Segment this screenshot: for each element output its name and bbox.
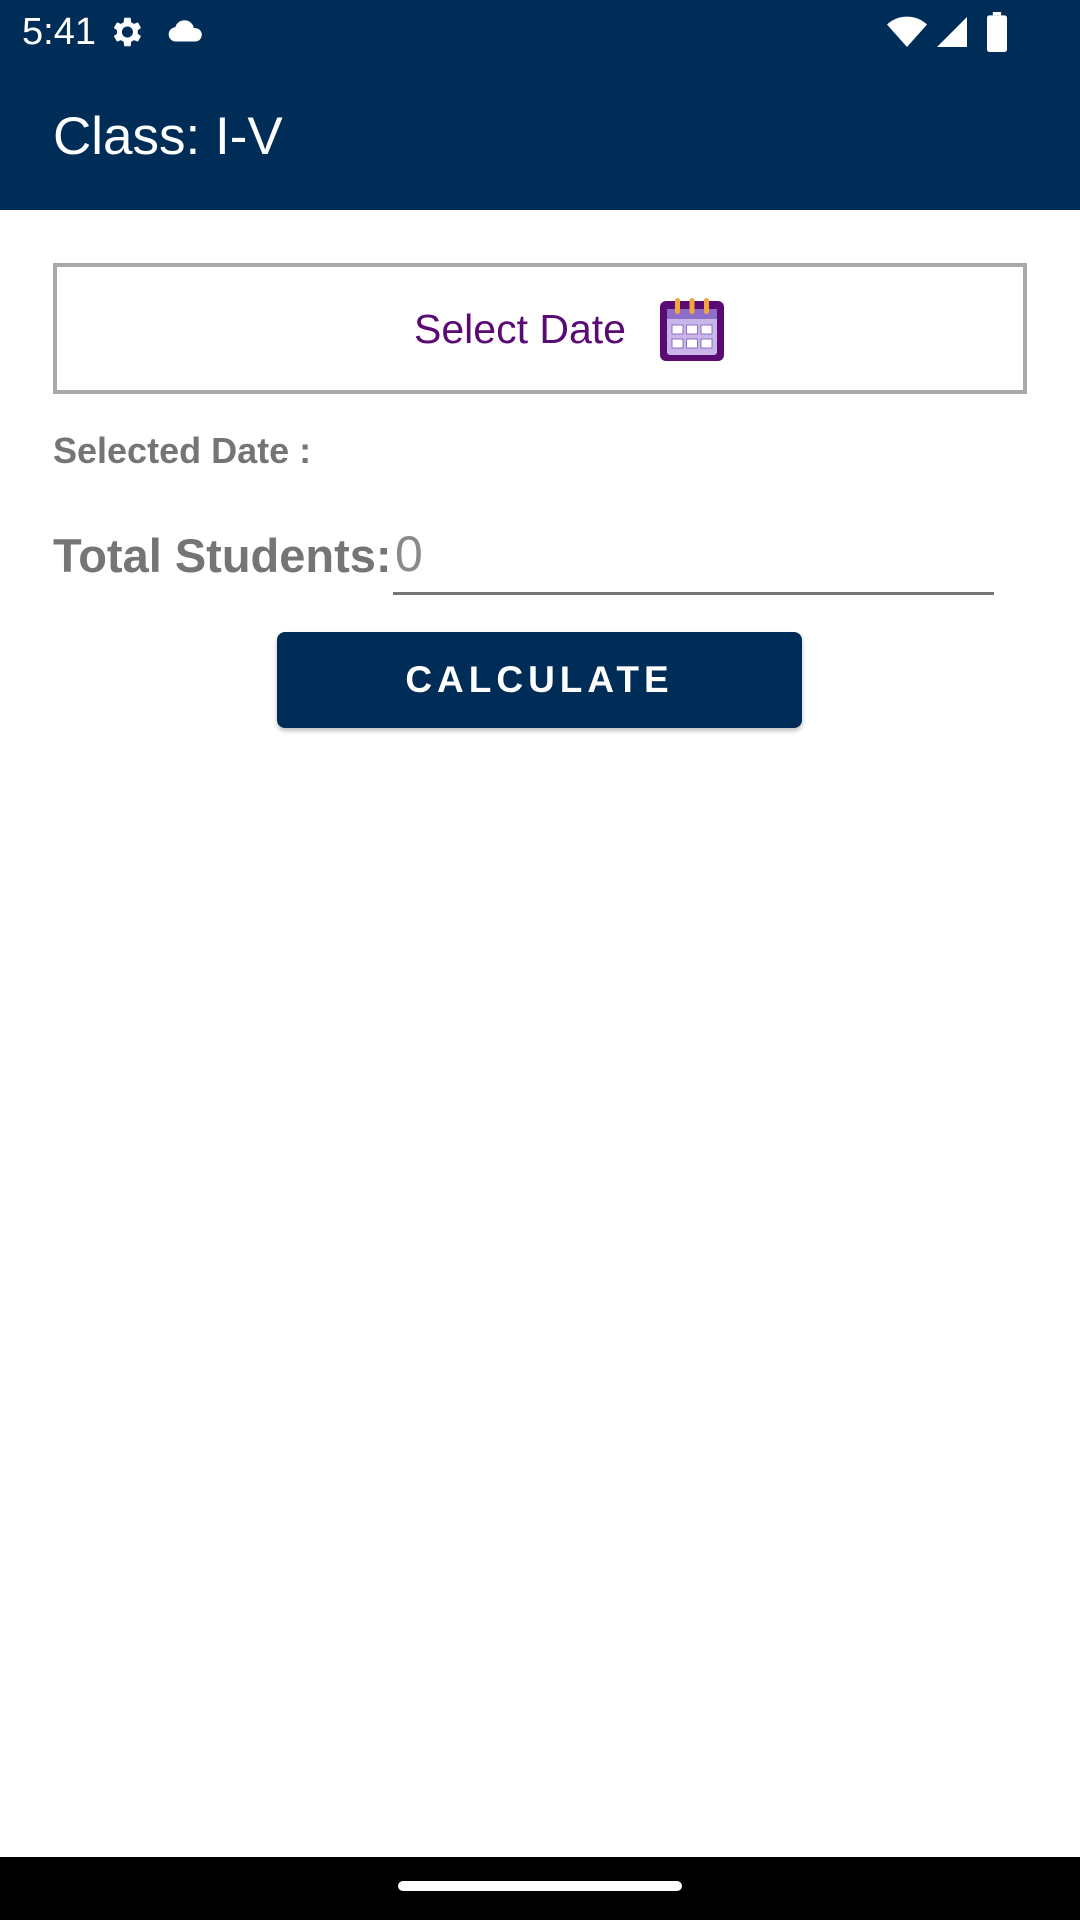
status-time: 5:41 [22, 11, 96, 53]
page-title: Class: I-V [53, 107, 283, 166]
app-header: 5:41 Class: I-V [0, 0, 1080, 210]
calendar-icon[interactable] [658, 295, 726, 363]
home-indicator[interactable] [398, 1881, 682, 1891]
battery-icon [987, 12, 1007, 52]
wifi-icon [887, 16, 927, 47]
cloud-icon [168, 20, 202, 42]
select-date-label: Select Date [414, 305, 626, 352]
select-date-button[interactable]: Select Date [53, 263, 1027, 394]
calculate-button[interactable]: CALCULATE [277, 632, 802, 728]
signal-icon [937, 17, 967, 47]
status-bar: 5:41 [0, 0, 1080, 64]
selected-date-label: Selected Date : [53, 430, 312, 471]
total-students-input[interactable] [393, 515, 994, 595]
gear-icon [113, 17, 142, 47]
total-students-label: Total Students: [53, 529, 392, 582]
